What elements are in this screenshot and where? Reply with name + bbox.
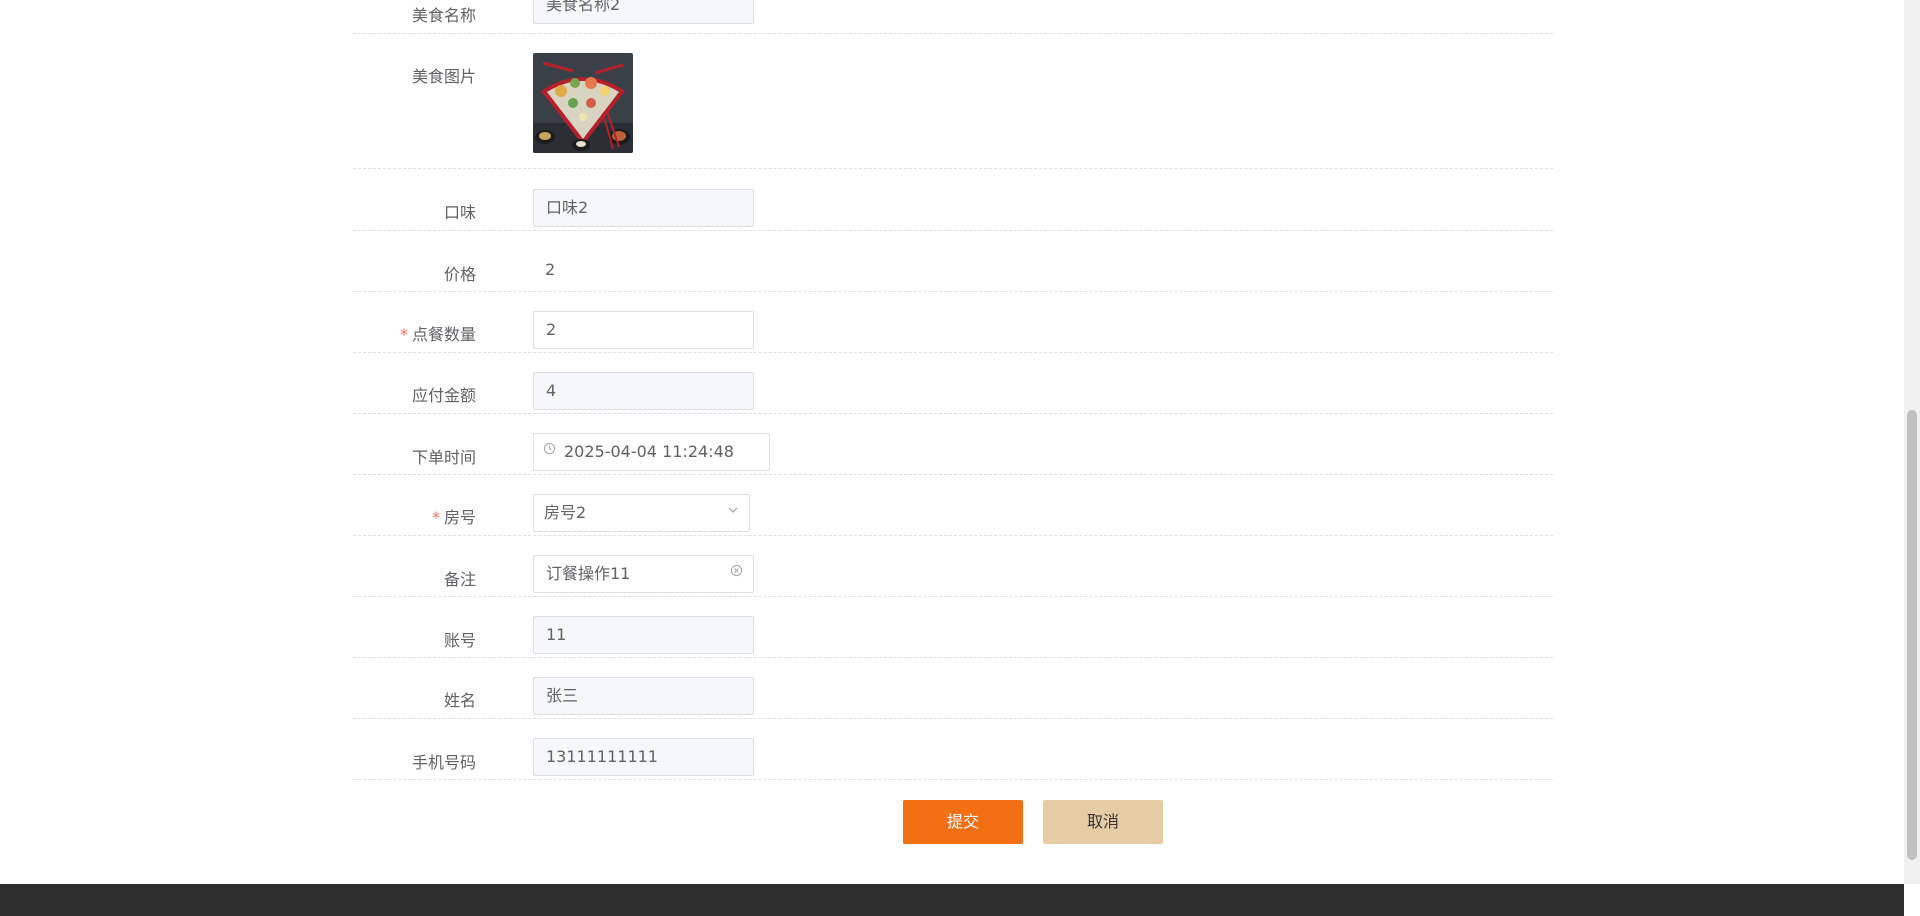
quantity-input[interactable]: 2 xyxy=(533,311,754,349)
form-row-quantity: * 点餐数量 2 xyxy=(353,291,1553,353)
form-row-food-image: 美食图片 xyxy=(353,33,1553,169)
remark-input[interactable]: 订餐操作11 xyxy=(533,555,754,593)
price-label: 价格 xyxy=(443,265,476,284)
order-time-picker[interactable]: 2025-04-04 11:24:48 xyxy=(533,433,770,471)
page-footer xyxy=(0,884,1904,916)
chevron-down-icon xyxy=(727,495,739,531)
form-row-price: 价格 2 xyxy=(353,230,1553,292)
amount-label: 应付金额 xyxy=(411,386,476,405)
quantity-label: * 点餐数量 xyxy=(400,321,476,345)
required-mark: * xyxy=(399,325,408,344)
form-row-room: * 房号 房号2 xyxy=(353,474,1553,536)
form-row-order-time: 下单时间 2025-04-04 11:24:48 xyxy=(353,413,1553,475)
order-time-value: 2025-04-04 11:24:48 xyxy=(564,442,734,461)
quantity-label-text: 点餐数量 xyxy=(411,325,476,344)
amount-field[interactable]: 4 xyxy=(533,372,754,410)
form-row-taste: 口味 口味2 xyxy=(353,169,1553,231)
submit-button[interactable]: 提交 xyxy=(903,800,1023,844)
food-name-label: 美食名称 xyxy=(411,6,476,25)
account-label: 账号 xyxy=(443,631,476,650)
order-time-label: 下单时间 xyxy=(411,448,476,467)
room-select-value: 房号2 xyxy=(544,503,587,522)
form-row-phone: 手机号码 13111111111 xyxy=(353,718,1553,780)
required-mark: * xyxy=(431,508,440,527)
form-row-name: 姓名 张三 xyxy=(353,657,1553,719)
phone-label: 手机号码 xyxy=(411,753,476,772)
form-row-remark: 备注 订餐操作11 xyxy=(353,535,1553,597)
room-label: * 房号 xyxy=(432,504,476,528)
remark-value: 订餐操作11 xyxy=(546,564,631,583)
phone-field[interactable]: 13111111111 xyxy=(533,738,754,776)
room-select[interactable]: 房号2 xyxy=(533,494,750,532)
name-label: 姓名 xyxy=(443,691,476,710)
scrollbar[interactable] xyxy=(1904,0,1920,884)
clock-icon xyxy=(543,434,556,470)
price-value: 2 xyxy=(545,260,556,279)
room-label-text: 房号 xyxy=(443,508,476,527)
account-field[interactable]: 11 xyxy=(533,616,754,654)
taste-field[interactable]: 口味2 xyxy=(533,189,754,227)
form-row-food-name: 美食名称 美食名称2 xyxy=(353,0,1553,34)
food-image[interactable] xyxy=(533,53,633,153)
food-image-label: 美食图片 xyxy=(411,67,476,86)
name-field[interactable]: 张三 xyxy=(533,677,754,715)
form-row-account: 账号 11 xyxy=(353,596,1553,658)
clear-circle-icon[interactable] xyxy=(730,556,743,592)
form-row-amount: 应付金额 4 xyxy=(353,352,1553,414)
cancel-button[interactable]: 取消 xyxy=(1043,800,1163,844)
remark-label: 备注 xyxy=(443,570,476,589)
food-name-field[interactable]: 美食名称2 xyxy=(533,0,754,24)
scrollbar-thumb[interactable] xyxy=(1907,410,1917,860)
taste-label: 口味 xyxy=(443,203,476,222)
